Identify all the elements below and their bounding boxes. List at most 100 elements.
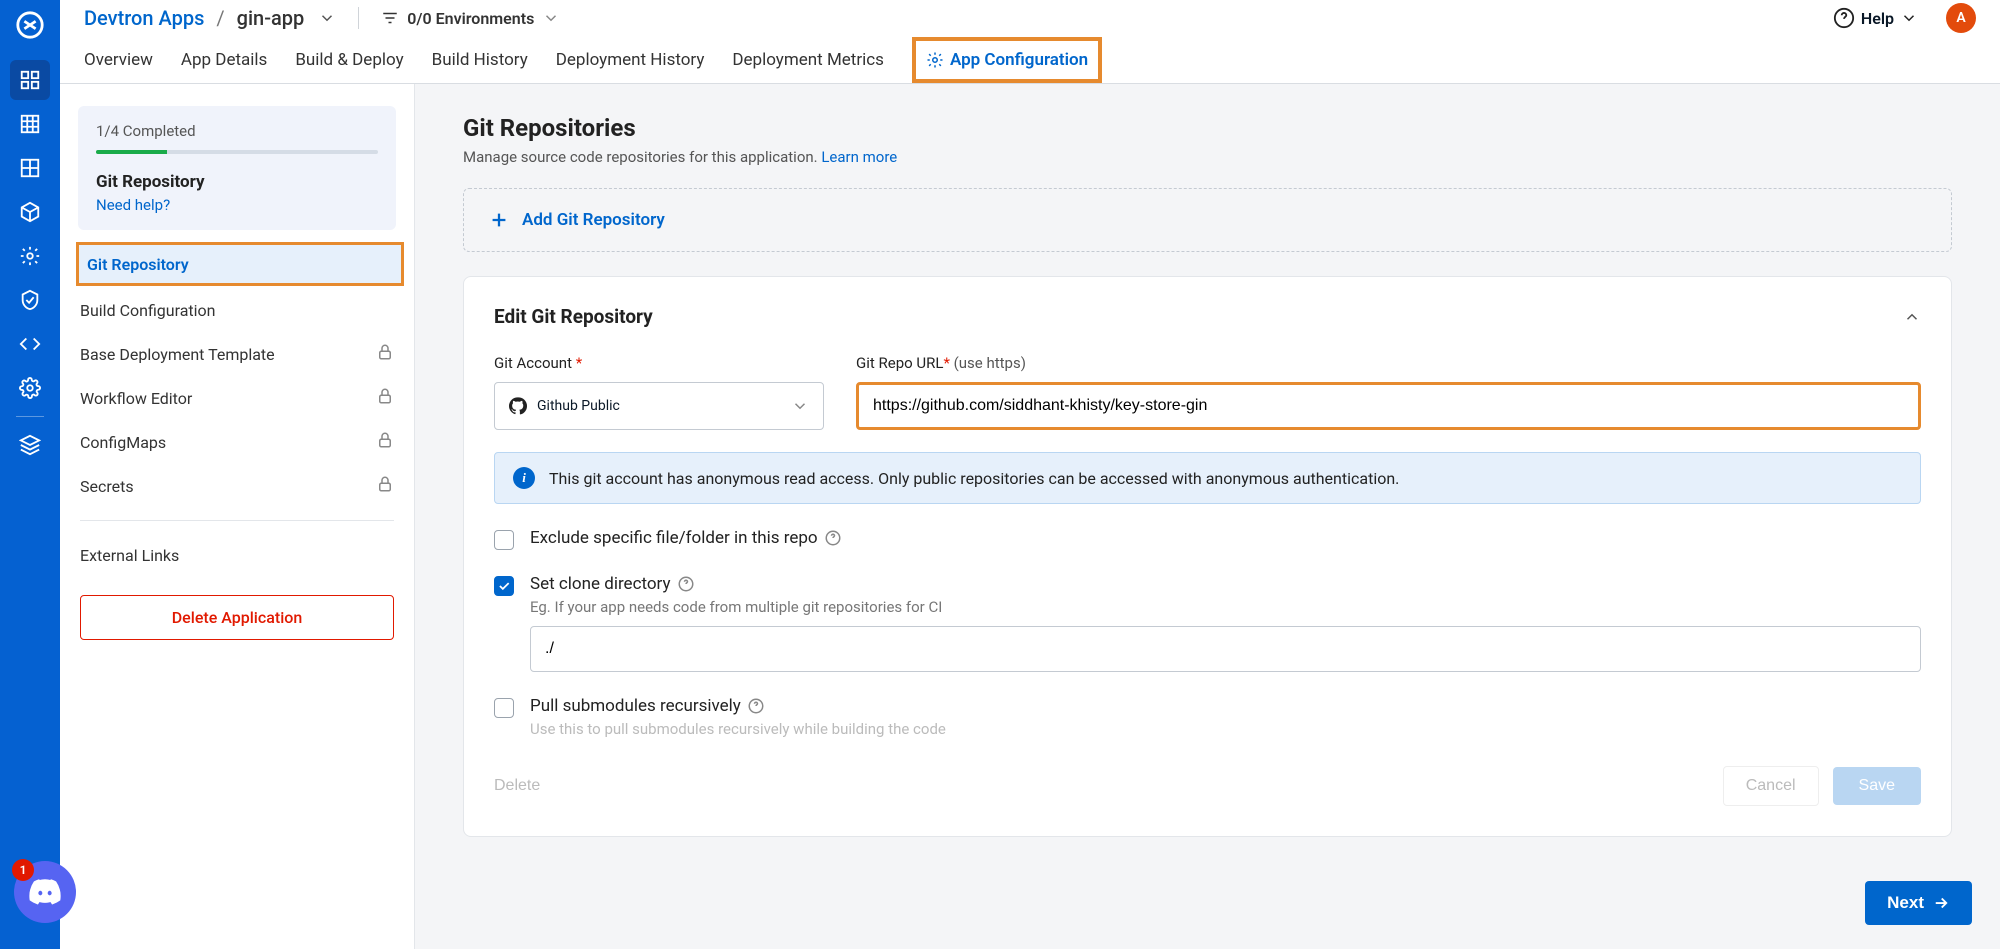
topbar: Devtron Apps / gin-app 0/0 Environments … (60, 0, 2000, 36)
rail-stack-icon[interactable] (10, 425, 50, 465)
user-avatar[interactable]: A (1946, 3, 1976, 33)
git-account-select[interactable]: Github Public (494, 382, 824, 430)
sidenav-label: Secrets (80, 477, 134, 496)
sidenav-build-configuration[interactable]: Build Configuration (60, 288, 414, 332)
git-repo-url-input[interactable] (856, 382, 1921, 430)
plus-icon (488, 209, 510, 231)
exclude-files-checkbox[interactable] (494, 530, 514, 550)
page-title: Git Repositories (463, 114, 1952, 142)
discord-notification-count: 1 (12, 859, 34, 881)
card-title: Edit Git Repository (494, 305, 653, 328)
clone-directory-desc: Eg. If your app needs code from multiple… (530, 598, 1921, 616)
tab-build-history[interactable]: Build History (432, 36, 528, 83)
left-nav-rail: 1 (0, 0, 60, 949)
lock-icon (376, 387, 394, 409)
pull-submodules-desc: Use this to pull submodules recursively … (530, 720, 946, 738)
pull-submodules-label: Pull submodules recursively (530, 696, 946, 716)
clone-directory-input[interactable] (530, 626, 1921, 672)
lock-icon (376, 475, 394, 497)
page-subtitle-text: Manage source code repositories for this… (463, 148, 821, 166)
breadcrumb-separator: / (216, 6, 224, 30)
sidenav-label: Base Deployment Template (80, 345, 275, 364)
app-tabs: Overview App Details Build & Deploy Buil… (60, 36, 2000, 84)
tab-label: App Configuration (950, 50, 1088, 70)
page-subtitle: Manage source code repositories for this… (463, 148, 1952, 166)
sidenav-configmaps[interactable]: ConfigMaps (60, 420, 414, 464)
config-side-panel: 1/4 Completed Git Repository Need help? … (60, 84, 415, 949)
edit-git-repo-card: Edit Git Repository Git Account * Github… (463, 276, 1952, 837)
info-banner: i This git account has anonymous read ac… (494, 452, 1921, 504)
chevron-down-icon (791, 397, 809, 415)
progress-title: Git Repository (96, 172, 378, 192)
tab-deployment-metrics[interactable]: Deployment Metrics (732, 36, 884, 83)
fade-overlay (415, 839, 2000, 949)
sidenav-git-repository[interactable]: Git Repository (76, 242, 404, 286)
cancel-button[interactable]: Cancel (1723, 766, 1819, 806)
lock-icon (376, 431, 394, 453)
breadcrumb-app: gin-app (237, 6, 305, 30)
git-account-value: Github Public (537, 398, 620, 414)
sidenav-workflow-editor[interactable]: Workflow Editor (60, 376, 414, 420)
breadcrumb-group[interactable]: Devtron Apps (84, 6, 204, 30)
git-account-label: Git Account * (494, 354, 824, 372)
sidenav-label: Workflow Editor (80, 389, 192, 408)
help-button[interactable]: Help (1833, 7, 1918, 29)
devtron-logo (13, 8, 47, 42)
gear-icon (926, 51, 944, 69)
help-icon[interactable] (824, 529, 842, 547)
next-button[interactable]: Next (1865, 881, 1972, 925)
lock-icon (376, 343, 394, 365)
delete-application-button[interactable]: Delete Application (80, 595, 394, 640)
sidenav-label: ConfigMaps (80, 433, 166, 452)
rail-gear-icon[interactable] (10, 236, 50, 276)
add-git-repository-button[interactable]: Add Git Repository (463, 188, 1952, 252)
rail-apps-icon[interactable] (10, 60, 50, 100)
info-icon: i (513, 467, 535, 489)
chevron-down-icon (542, 9, 560, 27)
sidenav-external-links[interactable]: External Links (60, 533, 414, 577)
rail-grid-icon[interactable] (10, 104, 50, 144)
tab-deployment-history[interactable]: Deployment History (556, 36, 705, 83)
need-help-link[interactable]: Need help? (96, 196, 378, 214)
help-label: Help (1861, 9, 1894, 28)
chevron-up-icon[interactable] (1903, 308, 1921, 326)
sidenav-secrets[interactable]: Secrets (60, 464, 414, 508)
progress-count: 1/4 Completed (96, 122, 378, 140)
arrow-right-icon (1932, 894, 1950, 912)
sidenav-divider (80, 520, 394, 521)
tab-overview[interactable]: Overview (84, 36, 153, 83)
delete-repo-button[interactable]: Delete (494, 777, 540, 795)
divider (358, 7, 359, 29)
info-message: This git account has anonymous read acce… (549, 469, 1399, 488)
discord-button[interactable]: 1 (14, 861, 76, 923)
rail-settings-icon[interactable] (10, 368, 50, 408)
env-filter-label: 0/0 Environments (407, 9, 534, 28)
tab-app-details[interactable]: App Details (181, 36, 267, 83)
clone-directory-checkbox[interactable] (494, 576, 514, 596)
progress-card: 1/4 Completed Git Repository Need help? (78, 106, 396, 230)
main-content: Git Repositories Manage source code repo… (415, 84, 2000, 949)
pull-submodules-checkbox[interactable] (494, 698, 514, 718)
progress-bar (96, 150, 378, 154)
exclude-files-label: Exclude specific file/folder in this rep… (530, 528, 842, 548)
rail-divider (16, 416, 44, 417)
tab-app-configuration[interactable]: App Configuration (912, 37, 1102, 83)
github-icon (509, 397, 527, 415)
chevron-down-icon[interactable] (318, 9, 336, 27)
rail-shield-icon[interactable] (10, 280, 50, 320)
help-icon[interactable] (747, 697, 765, 715)
chevron-down-icon (1900, 9, 1918, 27)
git-url-label: Git Repo URL* (use https) (856, 354, 1921, 372)
learn-more-link[interactable]: Learn more (821, 148, 897, 166)
save-button[interactable]: Save (1833, 767, 1921, 805)
clone-directory-label: Set clone directory (530, 574, 1921, 594)
next-label: Next (1887, 893, 1924, 913)
help-icon[interactable] (677, 575, 695, 593)
sidenav-base-deployment-template[interactable]: Base Deployment Template (60, 332, 414, 376)
add-repo-label: Add Git Repository (522, 210, 665, 230)
tab-build-deploy[interactable]: Build & Deploy (295, 36, 403, 83)
rail-cube-icon[interactable] (10, 192, 50, 232)
rail-layout-icon[interactable] (10, 148, 50, 188)
environment-filter[interactable]: 0/0 Environments (381, 9, 560, 28)
rail-code-icon[interactable] (10, 324, 50, 364)
